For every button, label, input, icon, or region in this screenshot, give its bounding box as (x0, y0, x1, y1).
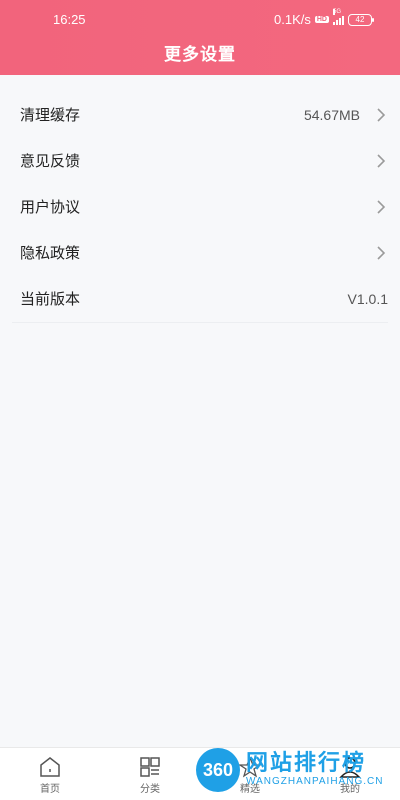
status-indicators: 0.1K/s HD 5G 42 (274, 8, 374, 27)
row-label: 意见反馈 (20, 152, 81, 170)
row-label: 清理缓存 (20, 106, 81, 124)
feedback-row[interactable]: 意见反馈 (0, 138, 400, 184)
battery-icon: 42 (348, 13, 374, 26)
watermark-logo: 360 (196, 748, 240, 792)
hd-icon: HD (314, 16, 329, 23)
divider (12, 322, 388, 323)
settings-list: 清理缓存 54.67MB 意见反馈 用户协议 隐私政策 当前版本 V1.0.1 (0, 92, 400, 322)
privacy-policy-row[interactable]: 隐私政策 (0, 230, 400, 276)
signal-icon: 5G (333, 8, 344, 25)
version-value: V1.0.1 (347, 291, 388, 307)
tab-label: 首页 (40, 784, 60, 795)
cache-size: 54.67MB (303, 107, 360, 123)
tab-label: 分类 (140, 784, 160, 795)
status-time: 16:25 (53, 12, 86, 27)
version-row: 当前版本 V1.0.1 (0, 276, 400, 322)
watermark-domain: WANGZHANPAIHANG.CN (246, 776, 384, 787)
tab-category[interactable]: 分类 (100, 748, 200, 800)
network-speed: 0.1K/s (274, 12, 311, 27)
chevron-right-icon (377, 154, 386, 168)
chevron-right-icon (377, 246, 386, 260)
header: 16:25 0.1K/s HD 5G 42 更多设置 (0, 0, 400, 75)
clear-cache-row[interactable]: 清理缓存 54.67MB (0, 92, 400, 138)
home-icon (40, 757, 60, 777)
watermark-name: 网站排行榜 (246, 751, 367, 776)
watermark-text: 网站排行榜 WANGZHANPAIHANG.CN (246, 753, 383, 787)
page-title: 更多设置 (164, 45, 236, 65)
row-label: 当前版本 (20, 290, 81, 308)
battery-level: 42 (355, 14, 365, 24)
row-label: 用户协议 (20, 198, 81, 216)
tab-home[interactable]: 首页 (0, 748, 100, 800)
category-icon (140, 757, 160, 777)
watermark: 360 网站排行榜 WANGZHANPAIHANG.CN (196, 744, 383, 796)
status-bar: 16:25 0.1K/s HD 5G 42 (0, 8, 400, 30)
user-agreement-row[interactable]: 用户协议 (0, 184, 400, 230)
row-label: 隐私政策 (20, 244, 81, 262)
chevron-right-icon (377, 108, 386, 122)
network-type: 5G (333, 8, 342, 15)
chevron-right-icon (377, 200, 386, 214)
